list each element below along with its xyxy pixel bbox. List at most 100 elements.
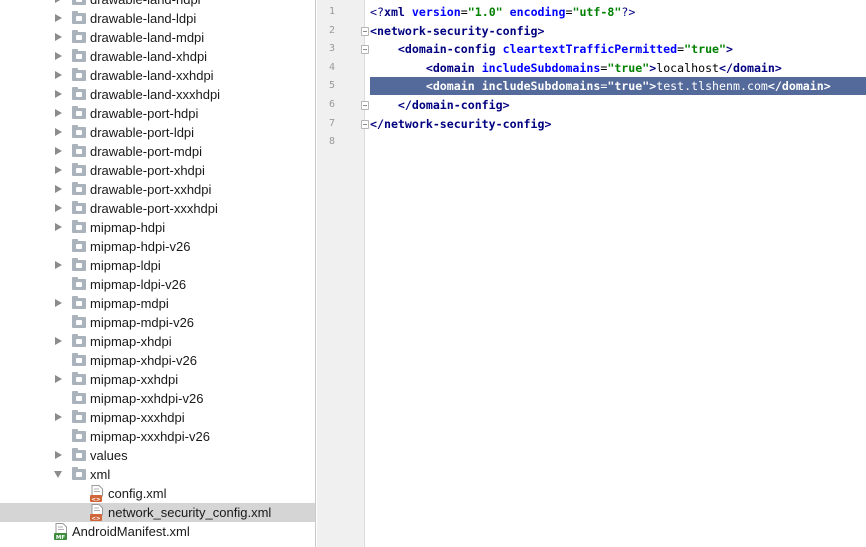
chevron-right-icon[interactable] (55, 128, 62, 136)
code-line-selected[interactable]: <domain includeSubdomains="true">test.tl… (370, 77, 866, 96)
code-line[interactable] (370, 133, 866, 151)
code-editor[interactable]: <?xml version="1.0" encoding="utf-8"?> <n… (366, 0, 866, 547)
code-line[interactable]: </domain-config> (370, 96, 866, 114)
chevron-right-icon[interactable] (55, 204, 62, 212)
chevron-down-icon[interactable] (54, 471, 62, 478)
chevron-right-icon[interactable] (55, 185, 62, 193)
code-token-attr: includeSubdomains (481, 79, 601, 94)
tree-item-mipmap-mdpi[interactable]: mipmap-mdpi (0, 294, 315, 313)
chevron-right-icon[interactable] (55, 52, 62, 60)
code-line[interactable]: <domain-config cleartextTrafficPermitted… (370, 40, 866, 58)
folder-icon (72, 144, 86, 157)
chevron-right-icon[interactable] (55, 166, 62, 174)
code-line[interactable]: <network-security-config> (370, 22, 866, 40)
chevron-right-icon[interactable] (55, 147, 62, 155)
folder-icon (72, 106, 86, 119)
code-line[interactable]: </network-security-config> (370, 115, 866, 133)
tree-item-mipmap-xxhdpi[interactable]: mipmap-xxhdpi (0, 370, 315, 389)
tree-item-mipmap-xxhdpi-v26[interactable]: mipmap-xxhdpi-v26 (0, 389, 315, 408)
tree-item-drawable-land-xxxhdpi[interactable]: drawable-land-xxxhdpi (0, 85, 315, 104)
code-token-val: "1.0" (467, 5, 503, 19)
chevron-right-icon[interactable] (55, 33, 62, 41)
tree-item-xml[interactable]: xml (0, 465, 315, 484)
line-number: 2 (328, 24, 335, 36)
folder-icon (72, 391, 86, 404)
code-token-plain: localhost (656, 60, 720, 75)
tree-item-label: drawable-land-hdpi (90, 0, 201, 9)
tree-item-mipmap-mdpi-v26[interactable]: mipmap-mdpi-v26 (0, 313, 315, 332)
folder-icon (72, 448, 86, 461)
chevron-right-icon[interactable] (55, 413, 62, 421)
line-number: 5 (328, 80, 335, 92)
xml-file-icon: <> (90, 504, 104, 522)
code-token-val: "true" (607, 79, 650, 94)
tree-item-mipmap-xxxhdpi-v26[interactable]: mipmap-xxxhdpi-v26 (0, 427, 315, 446)
folder-icon (72, 11, 86, 24)
tree-item-label: xml (90, 467, 111, 482)
tree-item-drawable-land-hdpi[interactable]: drawable-land-hdpi (0, 0, 315, 9)
tree-item-label: drawable-land-mdpi (90, 30, 205, 45)
tree-item-label: network_security_config.xml (108, 505, 272, 520)
tree-item-mipmap-hdpi[interactable]: mipmap-hdpi (0, 218, 315, 237)
code-token-val: "utf-8" (572, 5, 622, 19)
tree-item-androidmanifest-xml[interactable]: MF AndroidManifest.xml (0, 522, 315, 541)
chevron-right-icon[interactable] (55, 299, 62, 307)
tree-item-mipmap-ldpi-v26[interactable]: mipmap-ldpi-v26 (0, 275, 315, 294)
folder-icon (72, 429, 86, 442)
chevron-right-icon[interactable] (55, 90, 62, 98)
tree-item-label: drawable-land-xxxhdpi (90, 87, 221, 102)
tree-item-drawable-land-xxhdpi[interactable]: drawable-land-xxhdpi (0, 66, 315, 85)
code-line[interactable]: <domain includeSubdomains="true">localho… (370, 59, 866, 77)
tree-item-label: drawable-port-xhdpi (90, 163, 205, 178)
tree-item-drawable-port-xhdpi[interactable]: drawable-port-xhdpi (0, 161, 315, 180)
line-number: 8 (328, 136, 335, 148)
tree-item-drawable-port-xxxhdpi[interactable]: drawable-port-xxxhdpi (0, 199, 315, 218)
tree-item-drawable-port-mdpi[interactable]: drawable-port-mdpi (0, 142, 315, 161)
tree-item-label: mipmap-xhdpi-v26 (90, 353, 197, 368)
tree-item-network-security-config-xml[interactable]: <> network_security_config.xml (0, 503, 315, 522)
manifest-file-icon: MF (54, 523, 68, 541)
chevron-right-icon[interactable] (55, 261, 62, 269)
folder-icon (72, 220, 86, 233)
line-number: 4 (328, 61, 335, 73)
code-token-tag: </domain> (719, 60, 782, 75)
chevron-right-icon[interactable] (55, 375, 62, 383)
chevron-right-icon[interactable] (55, 109, 62, 117)
tree-item-label: drawable-port-hdpi (90, 106, 199, 121)
chevron-right-icon[interactable] (55, 14, 62, 22)
code-line[interactable]: <?xml version="1.0" encoding="utf-8"?> (370, 3, 866, 21)
tree-item-label: config.xml (108, 486, 167, 501)
chevron-right-icon[interactable] (55, 451, 62, 459)
tree-item-label: mipmap-mdpi (90, 296, 169, 311)
folder-icon (72, 49, 86, 62)
tree-item-mipmap-xhdpi-v26[interactable]: mipmap-xhdpi-v26 (0, 351, 315, 370)
tree-item-label: drawable-port-mdpi (90, 144, 202, 159)
chevron-right-icon[interactable] (55, 223, 62, 231)
tree-item-label: mipmap-hdpi-v26 (90, 239, 191, 254)
tree-item-config-xml[interactable]: <> config.xml (0, 484, 315, 503)
tree-item-drawable-port-xxhdpi[interactable]: drawable-port-xxhdpi (0, 180, 315, 199)
tree-item-mipmap-ldpi[interactable]: mipmap-ldpi (0, 256, 315, 275)
folder-icon (72, 0, 86, 5)
code-token-tag: <domain-config (397, 42, 503, 57)
tree-item-drawable-land-xhdpi[interactable]: drawable-land-xhdpi (0, 47, 315, 66)
tree-item-drawable-land-ldpi[interactable]: drawable-land-ldpi (0, 9, 315, 28)
tree-item-drawable-port-hdpi[interactable]: drawable-port-hdpi (0, 104, 315, 123)
chevron-right-icon[interactable] (55, 337, 62, 345)
tree-item-mipmap-xhdpi[interactable]: mipmap-xhdpi (0, 332, 315, 351)
tree-item-label: mipmap-xxhdpi (90, 372, 179, 387)
chevron-right-icon[interactable] (55, 0, 62, 3)
svg-text:MF: MF (56, 535, 65, 540)
chevron-right-icon[interactable] (55, 71, 62, 79)
tree-item-drawable-port-ldpi[interactable]: drawable-port-ldpi (0, 123, 315, 142)
tree-item-drawable-land-mdpi[interactable]: drawable-land-mdpi (0, 28, 315, 47)
tree-item-values[interactable]: values (0, 446, 315, 465)
folder-icon (72, 68, 86, 81)
folder-icon (72, 87, 86, 100)
tree-item-mipmap-hdpi-v26[interactable]: mipmap-hdpi-v26 (0, 237, 315, 256)
folder-icon (72, 410, 86, 423)
tree-item-mipmap-xxxhdpi[interactable]: mipmap-xxxhdpi (0, 408, 315, 427)
tree-item-label: values (90, 448, 128, 463)
